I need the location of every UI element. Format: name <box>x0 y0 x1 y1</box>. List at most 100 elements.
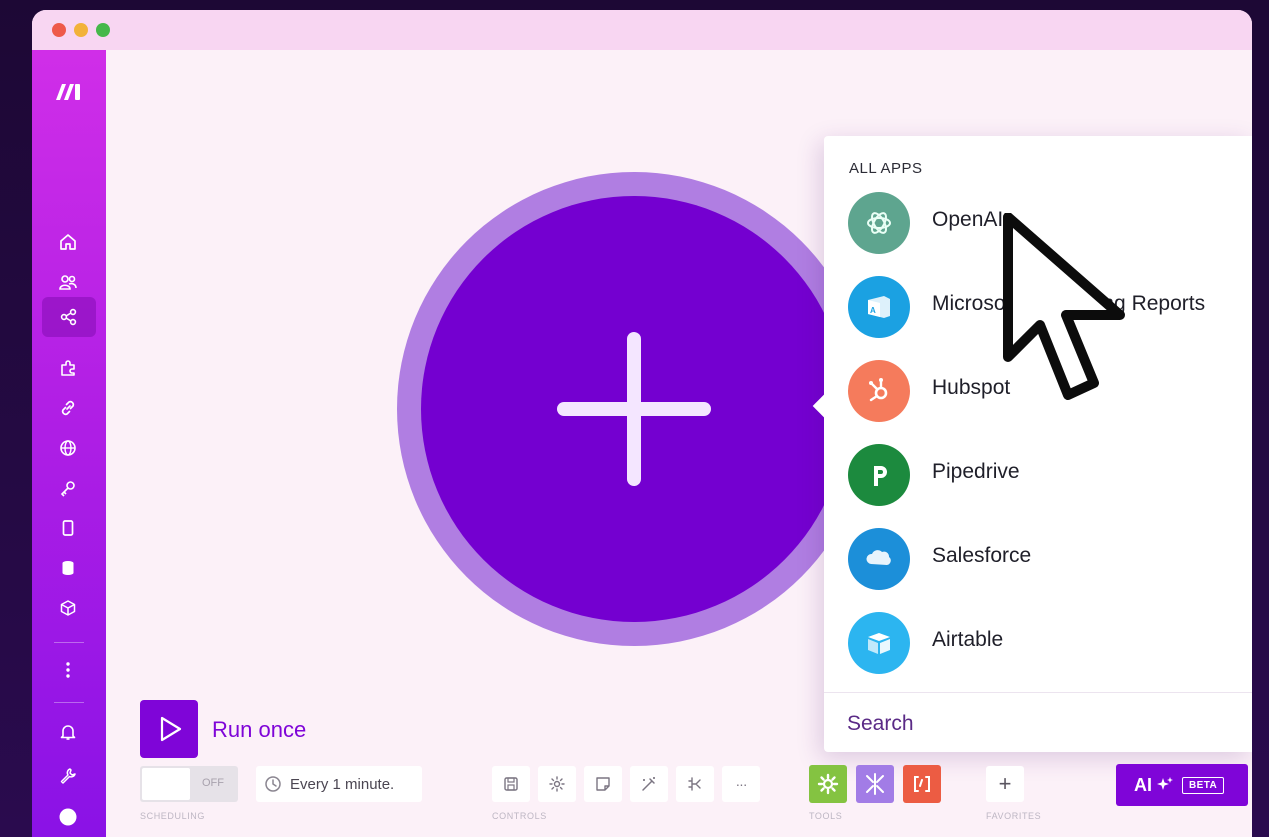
app-name: OpenAI <box>932 208 1004 231</box>
toggle-state: OFF <box>202 777 224 789</box>
sidebar-divider <box>54 642 84 643</box>
sidebar-item-data-stores[interactable] <box>54 554 82 582</box>
scenarios-icon <box>60 308 77 326</box>
sidebar-item-devices[interactable] <box>54 514 82 542</box>
microsoft-advertising-logo-icon: A <box>868 296 890 318</box>
keys-icon <box>60 481 75 497</box>
sidebar-item-data-structures[interactable] <box>54 594 82 622</box>
make-logo[interactable] <box>54 80 84 104</box>
minimize-window-button[interactable] <box>74 23 88 37</box>
clock-icon <box>265 776 281 792</box>
all-apps-heading: ALL APPS <box>849 160 923 177</box>
flow-control-icon <box>866 773 884 795</box>
app-name: Hubspot <box>932 376 1011 399</box>
salesforce-logo <box>848 528 910 590</box>
more-icon <box>66 662 70 678</box>
more-icon: ··· <box>735 776 748 792</box>
devices-icon <box>62 520 74 536</box>
data-structures-icon <box>60 600 76 616</box>
settings-icon <box>549 776 565 792</box>
close-window-button[interactable] <box>52 23 66 37</box>
sidebar-item-notifications[interactable] <box>54 718 82 746</box>
sparkle-icon <box>1157 777 1173 790</box>
sidebar-divider <box>54 702 84 703</box>
svg-text:A: A <box>870 306 876 315</box>
app-item-airtable[interactable]: Airtable <box>824 606 1252 690</box>
save-icon <box>504 777 518 791</box>
controls-section-label: CONTROLS <box>492 811 547 821</box>
hubspot-logo <box>848 360 910 422</box>
play-icon <box>160 716 182 742</box>
apps-puzzle-icon <box>61 360 75 376</box>
sidebar-item-webhooks[interactable] <box>54 434 82 462</box>
profile-avatar-icon <box>59 808 77 826</box>
auto-align-icon <box>642 777 655 791</box>
app-name: Pipedrive <box>932 460 1020 483</box>
schedule-interval-text: Every 1 minute. <box>290 775 395 793</box>
notes-button[interactable] <box>584 766 622 802</box>
tools-gear-icon <box>817 773 839 795</box>
sidebar-item-scenarios[interactable] <box>42 297 96 337</box>
toggle-knob <box>142 768 190 800</box>
sidebar-item-resources[interactable] <box>54 762 82 790</box>
beta-badge: BETA <box>1182 776 1225 794</box>
sidebar-item-more[interactable] <box>54 656 82 684</box>
scenario-settings-button[interactable] <box>538 766 576 802</box>
salesforce-logo-icon <box>866 550 891 565</box>
favorites-section-label: FAVORITES <box>986 811 1042 821</box>
window-titlebar <box>32 10 1252 50</box>
scheduling-section-label: SCHEDULING <box>140 811 206 821</box>
mouse-pointer-icon <box>1003 213 1125 400</box>
plus-icon: + <box>998 771 1012 796</box>
sidebar-item-home[interactable] <box>54 228 82 256</box>
add-favorite-button[interactable]: + <box>986 766 1024 802</box>
save-button[interactable] <box>492 766 530 802</box>
add-module-inner <box>421 196 847 622</box>
run-once-label[interactable]: Run once <box>212 717 306 743</box>
airtable-logo <box>848 612 910 674</box>
resources-wrench-icon <box>60 768 76 784</box>
flow-control-button[interactable] <box>856 765 894 803</box>
sidebar-item-apps[interactable] <box>54 354 82 382</box>
notes-icon <box>596 777 610 791</box>
data-stores-icon <box>62 561 74 575</box>
text-parser-button[interactable] <box>903 765 941 803</box>
explain-flow-button[interactable] <box>676 766 714 802</box>
maximize-window-button[interactable] <box>96 23 110 37</box>
sidebar <box>32 50 106 837</box>
connections-link-icon <box>61 400 75 416</box>
schedule-interval-button[interactable]: Every 1 minute. <box>256 766 422 802</box>
openai-logo <box>848 192 910 254</box>
app-search-input[interactable]: Search <box>847 712 914 736</box>
screenshot-stage: ALL APPS OpenAI A Microsoft Reports Hubs… <box>0 0 1269 837</box>
notifications-bell-icon <box>60 725 76 740</box>
scheduling-toggle[interactable]: OFF <box>140 766 238 802</box>
panel-divider <box>824 692 1252 693</box>
tools-section-label: TOOLS <box>809 811 843 821</box>
run-once-button[interactable] <box>140 700 198 758</box>
ai-assistant-button[interactable]: AI BETA <box>1116 764 1248 806</box>
pipedrive-logo-icon <box>874 466 887 486</box>
tools-button[interactable] <box>809 765 847 803</box>
scenario-canvas[interactable]: ALL APPS OpenAI A Microsoft Reports Hubs… <box>106 50 1252 837</box>
auto-align-button[interactable] <box>630 766 668 802</box>
app-item-salesforce[interactable]: Salesforce <box>824 522 1252 606</box>
app-name: Airtable <box>932 628 1004 651</box>
microsoft-advertising-logo: A <box>848 276 910 338</box>
more-controls-button[interactable]: ··· <box>722 766 760 802</box>
add-module-button[interactable] <box>397 172 871 646</box>
sidebar-item-connections[interactable] <box>54 394 82 422</box>
make-logo-icon <box>56 84 80 100</box>
sidebar-item-keys[interactable] <box>54 474 82 502</box>
text-parser-icon <box>914 776 930 792</box>
plus-icon <box>557 332 711 486</box>
team-icon <box>59 275 77 290</box>
explain-flow-icon <box>688 777 701 791</box>
app-name: Salesforce <box>932 544 1032 567</box>
hubspot-logo-icon <box>869 378 888 402</box>
sidebar-item-profile[interactable] <box>54 803 82 831</box>
openai-logo-icon <box>867 212 891 234</box>
app-item-pipedrive[interactable]: Pipedrive <box>824 438 1252 522</box>
pipedrive-logo <box>848 444 910 506</box>
sidebar-item-team[interactable] <box>54 268 82 296</box>
